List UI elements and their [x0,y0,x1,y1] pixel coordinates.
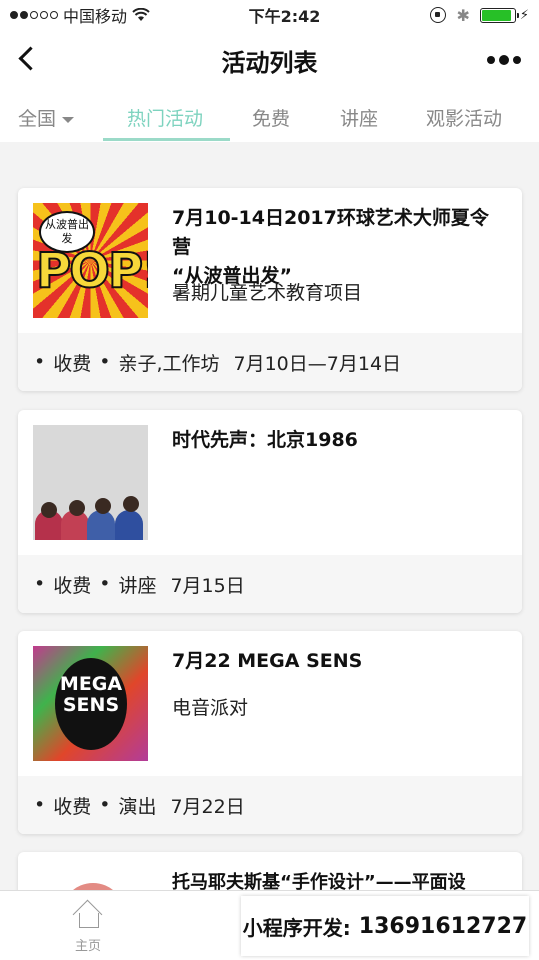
event-thumbnail [33,425,148,540]
tab-home[interactable]: 主页 [70,903,106,954]
bluetooth-icon: ✱ [456,5,470,25]
card-footer: • 收费 • 亲子,工作坊 7月10日—7月14日 [18,333,522,391]
caret-down-icon [62,116,75,123]
thumb-pop-text: POP! [35,242,148,300]
event-card[interactable]: 从波普出发 POP! 7月10-14日2017环球艺术大师夏令营 “从波普出发”… [18,188,522,391]
card-body: MEGA SENS 7月22 MEGA SENS 电音派对 [18,631,522,776]
tab-hot[interactable]: 热门活动 [127,104,203,131]
tab-region[interactable]: 全国 [18,104,75,131]
status-right: ✱ ⚡ [389,6,529,25]
more-icon[interactable] [487,55,521,65]
orientation-lock-icon [430,7,447,23]
tab-lecture[interactable]: 讲座 [340,104,378,131]
wifi-icon [132,8,150,21]
event-date: 7月22日 [170,795,245,818]
event-card[interactable]: MEGA SENS 7月22 MEGA SENS 电音派对 • 收费 • 演出 … [18,631,522,834]
event-thumbnail: MEGA SENS [33,646,148,761]
promo-phone: 13691612727 [358,913,528,939]
clock: 下午2:42 [248,7,321,26]
tab-region-label: 全国 [18,108,57,130]
back-icon[interactable] [14,44,44,74]
category-tabs: 全国 热门活动 免费 讲座 观影活动 [0,90,539,142]
event-tags: 讲座 [118,574,157,597]
event-date: 7月15日 [170,574,245,597]
event-subtitle: 电音派对 [172,697,249,719]
page-title: 活动列表 [221,48,318,77]
tab-movie[interactable]: 观影活动 [426,104,502,131]
tab-home-label: 主页 [74,939,101,954]
card-body: 从波普出发 POP! 7月10-14日2017环球艺术大师夏令营 “从波普出发”… [18,188,522,333]
nav-bar: 活动列表 [0,30,539,90]
battery-icon [479,7,519,23]
home-icon [73,903,103,928]
event-tags: 亲子,工作坊 [118,352,220,375]
event-fee: 收费 [53,574,92,597]
event-title: 时代先声：北京1986 [172,429,358,451]
event-title-line1: 7月10-14日2017环球艺术大师夏令营 [172,207,489,258]
tab-free[interactable]: 免费 [252,104,290,131]
event-fee: 收费 [53,795,92,818]
charging-icon: ⚡ [519,7,529,23]
event-subtitle: 暑期儿童艺术教育项目 [172,282,363,304]
card-footer: • 收费 • 演出 7月22日 [18,776,522,834]
signal-icon [10,11,58,19]
event-title: 7月22 MEGA SENS [172,650,363,672]
status-left: 中国移动 [10,3,200,27]
carrier-label: 中国移动 [63,7,128,26]
card-footer: • 收费 • 讲座 7月15日 [18,555,522,613]
promo-banner: 小程序开发: 13691612727 [241,896,529,956]
event-card[interactable]: 时代先声：北京1986 • 收费 • 讲座 7月15日 [18,410,522,613]
event-thumbnail: 从波普出发 POP! [33,203,148,318]
event-date: 7月10日—7月14日 [233,352,402,375]
card-body: 时代先声：北京1986 [18,410,522,555]
promo-label: 小程序开发: [242,915,351,940]
event-tags: 演出 [118,795,157,818]
thumb-mega-text: MEGA SENS [55,658,127,750]
battery-fill [481,9,511,21]
active-tab-underline [103,138,230,141]
status-bar: 中国移动 下午2:42 ✱ ⚡ [0,0,539,30]
event-fee: 收费 [53,352,92,375]
